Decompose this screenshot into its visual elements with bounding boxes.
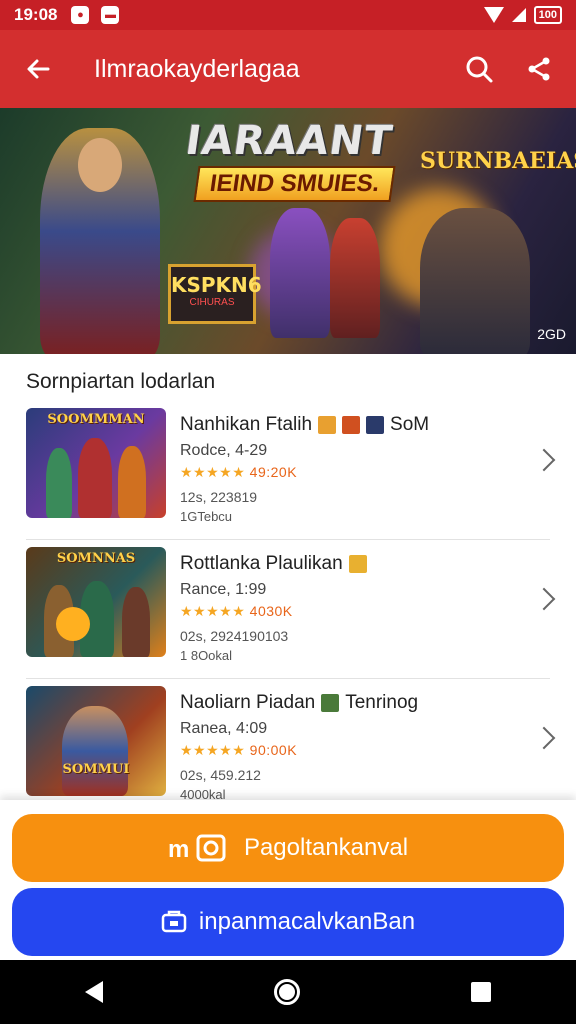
secondary-action-button[interactable]: inpanmacalvkanBan bbox=[12, 888, 564, 956]
game-name: Naoliarn Piadan Tenrinog bbox=[180, 692, 550, 714]
nav-recents-icon[interactable] bbox=[470, 982, 491, 1002]
badge-icon bbox=[348, 555, 367, 573]
store-icon bbox=[161, 910, 187, 934]
notification-message-icon: ▬ bbox=[101, 6, 120, 24]
search-button[interactable] bbox=[462, 52, 496, 86]
status-right: 100 bbox=[483, 6, 562, 24]
banner-character bbox=[270, 208, 330, 338]
svg-text:m: m bbox=[168, 836, 189, 863]
primary-action-button[interactable]: m Pagoltankanval bbox=[12, 814, 564, 882]
signal-icon bbox=[511, 8, 526, 22]
banner-hero-face bbox=[78, 138, 122, 192]
banner-badge-subtitle: CIHURAS bbox=[189, 297, 235, 308]
star-rating-icon: ★★★★★ bbox=[180, 603, 246, 619]
rating: ★★★★★ 90:00K bbox=[180, 742, 550, 759]
game-name: Rottlanka Plaulikan bbox=[180, 553, 550, 575]
game-title-suffix: SoM bbox=[390, 414, 430, 435]
rating-value: 49:20K bbox=[249, 464, 298, 480]
game-thumbnail: SOMNNAS bbox=[26, 547, 166, 657]
thumb-figure bbox=[118, 446, 146, 518]
banner-hero-right bbox=[420, 208, 530, 354]
thumb-figure bbox=[46, 448, 72, 518]
badge-icon bbox=[318, 416, 337, 434]
rating-value: 90:00K bbox=[249, 742, 298, 758]
thumbnail-label: SOMMUI bbox=[62, 762, 130, 777]
badge-icon bbox=[342, 416, 361, 434]
section-title: Sornpiartan lodarlan bbox=[26, 370, 216, 393]
banner-right-title: SURNBAEIAS bbox=[420, 148, 576, 174]
nav-home-icon[interactable] bbox=[273, 979, 300, 1005]
featured-banner[interactable]: IARAANT IEIND SMUIES. SURNBAEIAS KSPKN6 … bbox=[0, 108, 576, 354]
game-downloads: 12s, 223819 bbox=[180, 489, 258, 505]
rating-value: 4030K bbox=[249, 603, 293, 619]
game-title: Rottlanka Plaulikan bbox=[180, 553, 343, 574]
notification-app-icon: ● bbox=[71, 6, 90, 24]
badge-icon bbox=[321, 694, 340, 712]
banner-title: IARAANT bbox=[182, 118, 396, 164]
game-name: Nanhikan Ftalih SoM bbox=[180, 414, 550, 436]
thumbnail-label: SOMNNAS bbox=[56, 551, 136, 566]
rating: ★★★★★ 4030K bbox=[180, 603, 550, 620]
bottom-actions: m Pagoltankanval inpanmacalvkanBan bbox=[0, 800, 576, 960]
battery-icon: 100 bbox=[533, 6, 562, 24]
thumb-figure bbox=[122, 587, 150, 657]
game-meta: Rodce, 4-29 bbox=[180, 442, 268, 459]
thumb-orb bbox=[56, 607, 90, 641]
app-bar: Ilmraokayderlagaa bbox=[0, 30, 576, 108]
list-item[interactable]: SOMNNAS Rottlanka Plaulikan Rance, 1:99 … bbox=[0, 539, 576, 678]
game-thumbnail: SOMMUI bbox=[26, 686, 166, 796]
thumb-figure bbox=[78, 438, 112, 518]
list-item[interactable]: SOMMUI Naoliarn Piadan Tenrinog Ranea, 4… bbox=[0, 678, 576, 817]
game-downloads: 02s, 2924190103 bbox=[180, 628, 289, 644]
list-item[interactable]: SOOMMMAN Nanhikan Ftalih SoM Rodce, 4-29… bbox=[0, 400, 576, 539]
game-title-suffix: Tenrinog bbox=[345, 692, 419, 713]
star-rating-icon: ★★★★★ bbox=[180, 464, 246, 480]
notification-icons: ● ▬ bbox=[71, 6, 120, 24]
share-icon bbox=[528, 57, 550, 81]
nav-back-icon[interactable] bbox=[85, 981, 104, 1003]
status-time: 19:08 bbox=[14, 5, 58, 24]
game-downloads: 02s, 459.212 bbox=[180, 767, 261, 783]
banner-subtitle: IEIND SMUIES. bbox=[193, 166, 396, 202]
system-nav-bar bbox=[0, 960, 576, 1024]
game-meta: Rance, 1:99 bbox=[180, 581, 267, 598]
secondary-action-label: inpanmacalvkanBan bbox=[198, 908, 416, 935]
primary-action-label: Pagoltankanval bbox=[243, 834, 409, 861]
rating: ★★★★★ 49:20K bbox=[180, 464, 550, 481]
banner-character bbox=[330, 218, 380, 338]
game-size: 1 8Ookal bbox=[180, 648, 233, 663]
banner-badge: KSPKN6 CIHURAS bbox=[168, 264, 262, 324]
status-bar: 19:08 ● ▬ 100 bbox=[0, 0, 576, 30]
star-rating-icon: ★★★★★ bbox=[180, 742, 246, 758]
badge-icon bbox=[366, 416, 385, 434]
page-title: Ilmraokayderlagaa bbox=[94, 54, 300, 83]
thumbnail-label: SOOMMMAN bbox=[47, 412, 145, 427]
thumb-figure bbox=[62, 706, 128, 796]
game-title: Nanhikan Ftalih bbox=[180, 414, 313, 435]
back-button[interactable] bbox=[20, 51, 56, 87]
game-size: 1GTebcu bbox=[180, 509, 233, 524]
game-title: Naoliarn Piadan bbox=[180, 692, 316, 713]
banner-badge-title: KSPKN6 bbox=[171, 273, 262, 297]
wifi-icon bbox=[483, 7, 504, 23]
search-icon bbox=[466, 56, 493, 83]
share-button[interactable] bbox=[522, 52, 556, 86]
game-list: SOOMMMAN Nanhikan Ftalih SoM Rodce, 4-29… bbox=[0, 400, 576, 817]
banner-year: 2GD bbox=[537, 326, 566, 342]
arrow-left-icon bbox=[27, 59, 50, 79]
instagram-icon: m bbox=[168, 833, 232, 863]
game-meta: Ranea, 4:09 bbox=[180, 720, 268, 737]
game-thumbnail: SOOMMMAN bbox=[26, 408, 166, 518]
